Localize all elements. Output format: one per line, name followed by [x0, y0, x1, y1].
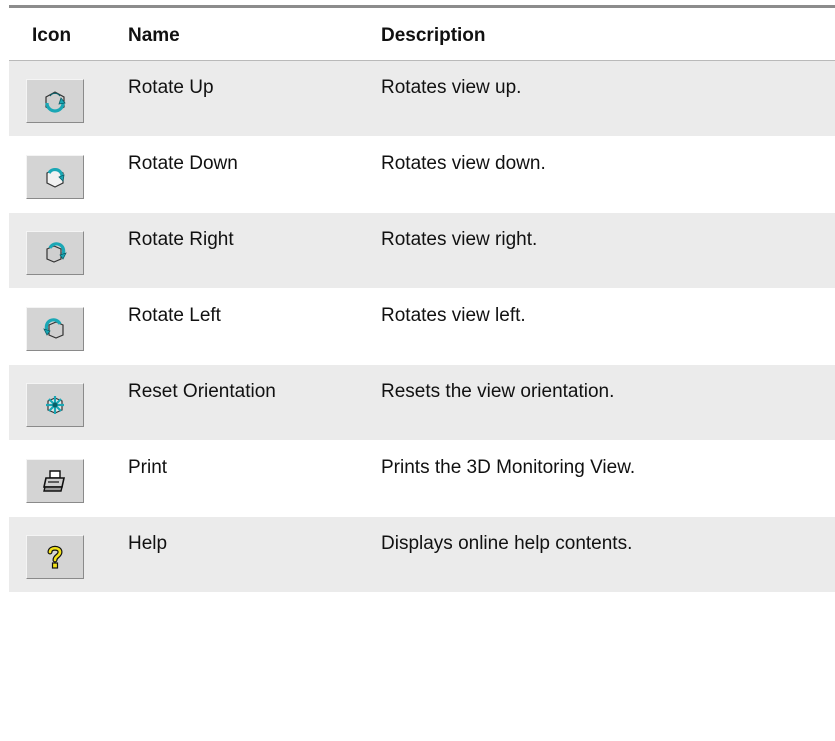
table-row-rotate-up: Rotate Up Rotates view up. — [9, 61, 835, 137]
header-description: Description — [381, 25, 486, 46]
rotate-right-icon — [46, 242, 67, 263]
rotate-up-icon — [45, 91, 66, 113]
row-name: Reset Orientation — [128, 381, 276, 402]
print-icon — [43, 470, 65, 492]
header-name: Name — [128, 25, 180, 46]
table-row-print: Print Prints the 3D Monitoring View. — [9, 441, 835, 517]
rotate-left-icon — [43, 318, 64, 339]
row-description: Rotates view left. — [381, 305, 526, 326]
row-name: Rotate Right — [128, 229, 234, 250]
row-name: Rotate Left — [128, 305, 221, 326]
rotate-up-button[interactable] — [26, 79, 84, 123]
table-row-reset-orientation: Reset Orientation Resets the view orient… — [9, 365, 835, 441]
print-button[interactable] — [26, 459, 84, 503]
row-description: Rotates view up. — [381, 77, 522, 98]
help-button[interactable] — [26, 535, 84, 579]
row-name: Print — [128, 457, 168, 478]
row-name: Help — [128, 533, 168, 554]
toolbar-icons-table: Icon Name Description Rotate Up Rotates … — [9, 5, 835, 593]
table-row-rotate-down: Rotate Down Rotates view down. — [9, 137, 835, 213]
row-description: Rotates view down. — [381, 153, 546, 174]
reset-orientation-icon — [46, 396, 64, 414]
row-name: Rotate Down — [128, 153, 238, 174]
row-description: Rotates view right. — [381, 229, 538, 250]
reset-orientation-button[interactable] — [26, 383, 84, 427]
rotate-right-button[interactable] — [26, 231, 84, 275]
row-description: Resets the view orientation. — [381, 381, 615, 402]
row-description: Prints the 3D Monitoring View. — [381, 457, 636, 478]
row-name: Rotate Up — [128, 77, 214, 98]
header-icon: Icon — [32, 25, 72, 46]
table-row-help: Help Displays online help contents. — [9, 517, 835, 593]
help-icon — [47, 545, 63, 569]
table-header-row: Icon Name Description — [9, 8, 835, 61]
table-row-rotate-right: Rotate Right Rotates view right. — [9, 213, 835, 289]
rotate-down-button[interactable] — [26, 155, 84, 199]
table-row-rotate-left: Rotate Left Rotates view left. — [9, 289, 835, 365]
rotate-left-button[interactable] — [26, 307, 84, 351]
rotate-down-icon — [46, 167, 65, 188]
row-description: Displays online help contents. — [381, 533, 633, 554]
